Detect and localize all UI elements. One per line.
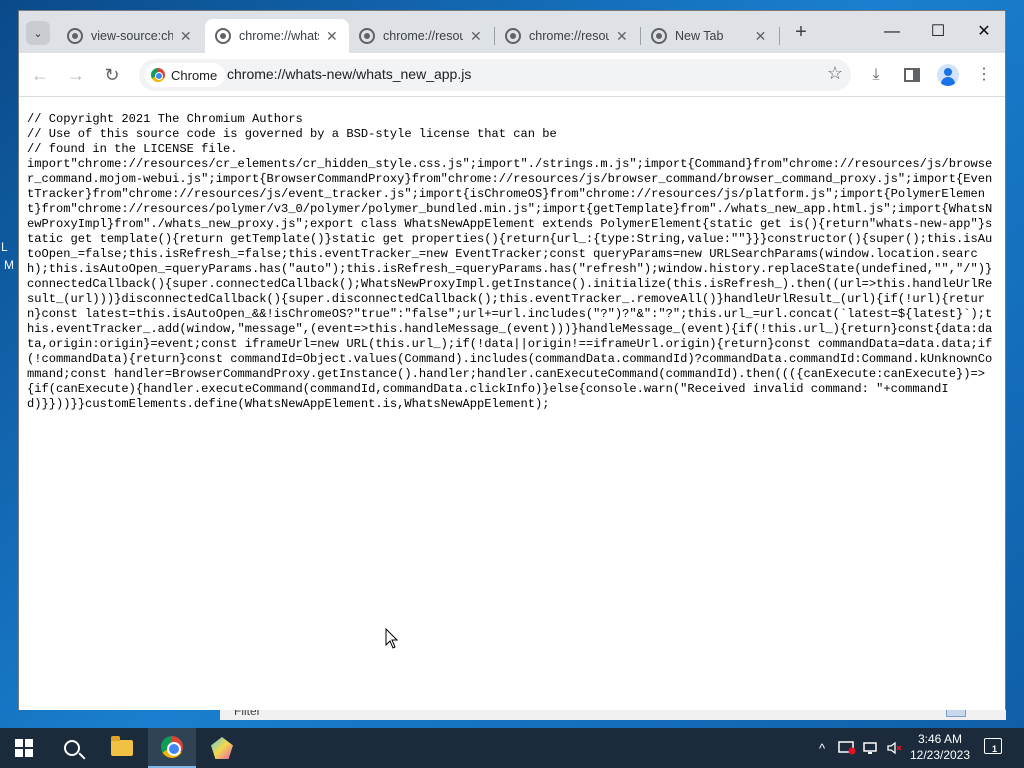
profile-button[interactable] <box>935 62 961 88</box>
globe-icon <box>67 28 83 44</box>
chrome-taskbar-button[interactable] <box>148 728 196 768</box>
globe-icon <box>359 28 375 44</box>
download-icon[interactable]: ⤓ <box>863 62 889 88</box>
site-info-chip[interactable]: Chrome <box>145 63 226 87</box>
browser-window: ⌄ view-source:chrome://resources ✕ chrom… <box>18 10 1006 710</box>
side-panel-icon <box>904 68 920 82</box>
gem-app-icon <box>211 737 233 759</box>
tab-separator <box>779 27 780 45</box>
menu-button[interactable]: ⋮ <box>971 62 997 88</box>
tray-overflow-chevron-icon[interactable]: ^ <box>812 728 832 768</box>
desktop-fragment: L <box>1 240 8 254</box>
network-icon[interactable] <box>860 728 882 768</box>
mouse-cursor-icon <box>385 628 399 649</box>
chrome-logo-icon <box>151 68 165 82</box>
tab-active[interactable]: chrome://whats-new/whats_new_app.js ✕ <box>205 19 349 53</box>
back-button[interactable]: ← <box>27 62 53 88</box>
tab[interactable]: chrome://resources/js/event_tracker.js ✕ <box>495 19 639 53</box>
tab[interactable]: New Tab ✕ <box>641 19 777 53</box>
clock-time: 3:46 AM <box>917 732 963 746</box>
tab-strip: ⌄ view-source:chrome://resources ✕ chrom… <box>19 11 1005 53</box>
tab[interactable]: chrome://resources/js/browser_command ✕ <box>349 19 493 53</box>
globe-icon <box>651 28 667 44</box>
reload-button[interactable]: ↻ <box>99 62 125 88</box>
volume-muted-icon[interactable] <box>884 728 906 768</box>
app-taskbar-button[interactable] <box>198 728 246 768</box>
tab[interactable]: view-source:chrome://resources ✕ <box>57 19 203 53</box>
system-clock[interactable]: 3:46 AM 12/23/2023 <box>906 731 974 763</box>
address-bar[interactable]: Chrome chrome://whats-new/whats_new_app.… <box>139 59 851 91</box>
source-code-text: // Copyright 2021 The Chromium Authors /… <box>27 112 993 411</box>
tab-close-icon[interactable]: ✕ <box>325 28 339 45</box>
search-icon <box>64 740 80 756</box>
tab-close-icon[interactable]: ✕ <box>179 28 193 45</box>
profile-avatar-icon <box>937 64 959 86</box>
url-text[interactable]: chrome://whats-new/whats_new_app.js <box>227 66 471 82</box>
chrome-icon <box>161 736 183 758</box>
forward-button[interactable]: → <box>63 62 89 88</box>
globe-icon <box>505 28 521 44</box>
new-tab-button[interactable]: + <box>789 21 813 45</box>
tab-close-icon[interactable]: ✕ <box>469 28 483 45</box>
tab-title: view-source:chrome://resources <box>91 29 173 43</box>
tab-close-icon[interactable]: ✕ <box>615 28 629 45</box>
minimize-button[interactable]: — <box>877 19 907 45</box>
file-explorer-button[interactable] <box>98 728 146 768</box>
bookmark-star-icon[interactable]: ☆ <box>827 63 843 84</box>
taskbar: ^ 3:46 AM 12/23/2023 1 <box>0 728 1024 768</box>
tab-title: chrome://whats-new/whats_new_app.js <box>239 29 319 43</box>
start-button[interactable] <box>0 728 48 768</box>
clock-date: 12/23/2023 <box>909 748 971 762</box>
tab-title: chrome://resources/js/event_tracker.js <box>529 29 609 43</box>
site-chip-label: Chrome <box>171 67 218 83</box>
side-panel-button[interactable] <box>899 62 925 88</box>
tab-title: New Tab <box>675 29 724 43</box>
search-button[interactable] <box>48 728 96 768</box>
globe-icon <box>215 28 231 44</box>
tab-search-dropdown[interactable]: ⌄ <box>26 21 50 45</box>
tab-title: chrome://resources/js/browser_command <box>383 29 463 43</box>
windows-logo-icon <box>15 739 33 757</box>
maximize-button[interactable]: ☐ <box>923 19 953 45</box>
browser-toolbar: ← → ↻ Chrome chrome://whats-new/whats_ne… <box>19 53 1005 97</box>
network-warning-icon[interactable] <box>836 728 858 768</box>
notification-count: 1 <box>992 744 998 754</box>
chevron-down-icon: ⌄ <box>33 27 43 40</box>
folder-icon <box>111 736 133 756</box>
tab-close-icon[interactable]: ✕ <box>754 28 767 45</box>
desktop-fragment: M <box>4 258 14 272</box>
page-content: // Copyright 2021 The Chromium Authors /… <box>19 98 1005 710</box>
close-button[interactable]: ✕ <box>969 19 999 45</box>
